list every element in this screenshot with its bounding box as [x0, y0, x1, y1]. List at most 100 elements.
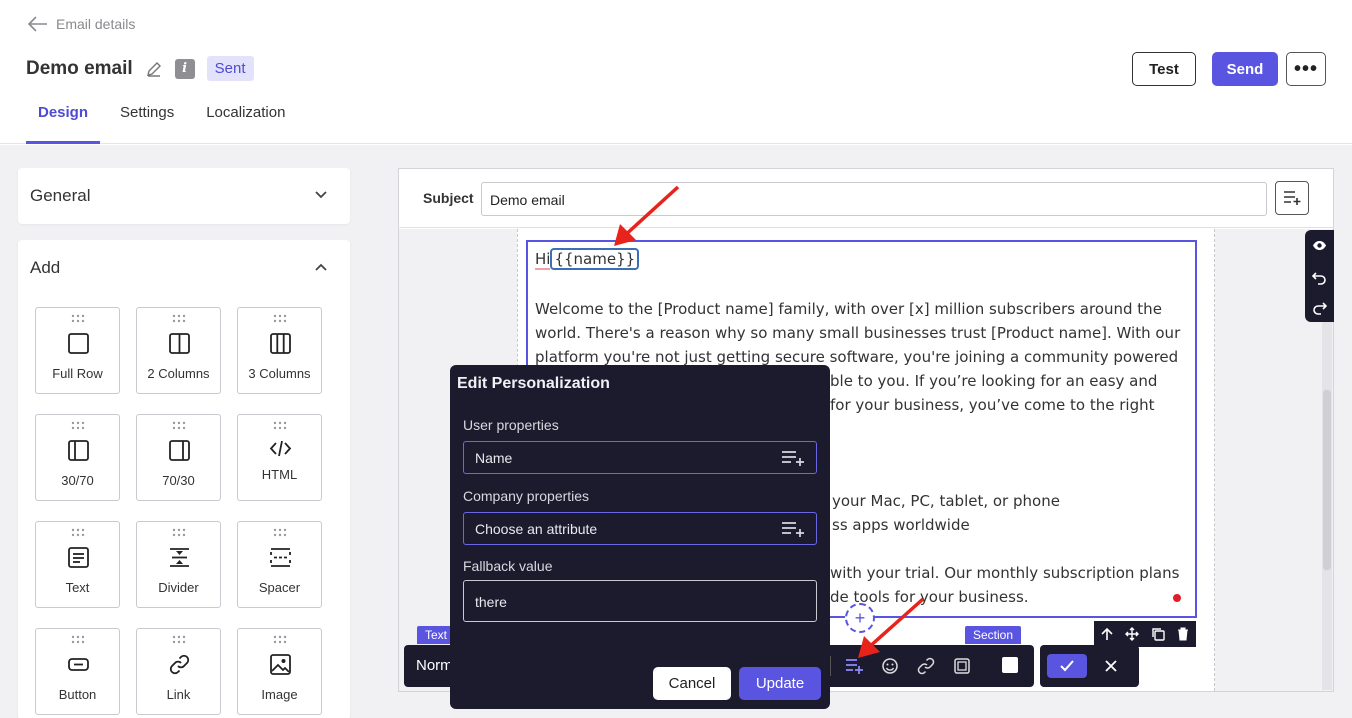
drag-handle-icon	[71, 528, 85, 537]
test-button[interactable]: Test	[1132, 52, 1196, 86]
drag-handle-icon	[273, 421, 287, 430]
modal-title: Edit Personalization	[457, 375, 610, 392]
block-30-70[interactable]: 30/70	[35, 414, 120, 501]
move-up-icon[interactable]	[1100, 627, 1114, 641]
block-label: Spacer	[258, 580, 301, 595]
paragraph-line: world. There's a reason why so many smal…	[535, 324, 1181, 342]
divider-icon	[170, 548, 189, 567]
paragraph-line: your Mac, PC, tablet, or phone	[832, 492, 1060, 510]
edit-pencil-icon[interactable]	[145, 60, 163, 78]
block-label: 3 Columns	[248, 366, 311, 381]
block-full-row[interactable]: Full Row	[35, 307, 120, 394]
block-html[interactable]: HTML	[237, 414, 322, 501]
block-3-columns[interactable]: 3 Columns	[237, 307, 322, 394]
personalize-icon	[1284, 191, 1301, 205]
greeting-hi: Hi	[535, 250, 551, 270]
user-properties-select[interactable]: Name	[463, 441, 817, 474]
drag-handle-icon	[273, 314, 287, 323]
page-title: Demo email	[26, 57, 133, 79]
add-panel-title: Add	[30, 258, 61, 277]
block-text[interactable]: Text	[35, 521, 120, 608]
drag-handle-icon	[172, 635, 186, 644]
side-toolbar	[1305, 230, 1334, 322]
block-image[interactable]: Image	[237, 628, 322, 715]
scrollbar-thumb[interactable]	[1323, 390, 1331, 570]
tab-bar: Design Settings Localization	[26, 100, 305, 144]
more-options-button[interactable]: •••	[1286, 52, 1326, 86]
greeting-line[interactable]: Hi {{name}}	[535, 248, 640, 270]
personalization-token[interactable]: {{name}}	[550, 248, 640, 270]
close-icon[interactable]	[1103, 658, 1119, 674]
html-code-icon	[269, 440, 292, 457]
tab-localization[interactable]: Localization	[194, 100, 297, 144]
company-properties-placeholder: Choose an attribute	[475, 521, 598, 537]
send-button[interactable]: Send	[1212, 52, 1278, 86]
two-columns-icon	[169, 333, 190, 354]
confirm-edit-button[interactable]	[1047, 654, 1087, 678]
general-panel[interactable]: General	[18, 168, 350, 224]
text-color-swatch[interactable]	[1002, 657, 1018, 673]
page-header: Email details Demo email i Sent Design S…	[0, 0, 1352, 144]
chevron-up-icon[interactable]	[314, 260, 328, 274]
undo-icon[interactable]	[1312, 270, 1327, 285]
body-paragraph-1[interactable]: Welcome to the [Product name] family, wi…	[535, 297, 1185, 369]
drag-handle-icon	[71, 421, 85, 430]
drag-handle-icon	[71, 635, 85, 644]
block-label: Divider	[158, 580, 199, 595]
text-icon	[68, 547, 89, 568]
paragraph-line: with your trial. Our monthly subscriptio…	[830, 564, 1180, 582]
tab-design[interactable]: Design	[26, 100, 101, 144]
section-toolbar	[1094, 621, 1196, 647]
paragraph-line: ss apps worldwide	[832, 516, 970, 534]
image-icon	[270, 654, 291, 675]
layout-30-70-icon	[68, 440, 89, 461]
body-paragraph-2[interactable]: your Mac, PC, tablet, or phone ss apps w…	[832, 489, 1172, 537]
fallback-value-input[interactable]: there	[463, 580, 817, 622]
delete-icon[interactable]	[1176, 627, 1190, 641]
drag-handle-icon	[273, 635, 287, 644]
general-panel-title: General	[30, 186, 91, 205]
block-label: Button	[58, 687, 97, 702]
section-tag: Section	[965, 626, 1022, 644]
preview-eye-icon[interactable]	[1312, 238, 1327, 253]
redo-icon[interactable]	[1312, 300, 1327, 315]
body-paragraph-1-tail[interactable]: ble to you. If you’re looking for an eas…	[830, 369, 1170, 417]
unsaved-indicator	[1173, 594, 1181, 602]
company-properties-label: Company properties	[463, 488, 590, 504]
block-spacer[interactable]: Spacer	[237, 521, 322, 608]
paragraph-line: ble to you. If you’re looking for an eas…	[830, 372, 1158, 390]
info-icon[interactable]: i	[174, 58, 195, 79]
tab-settings[interactable]: Settings	[108, 100, 186, 144]
duplicate-icon[interactable]	[1151, 627, 1165, 641]
block-label: 30/70	[61, 473, 94, 488]
update-button[interactable]: Update	[739, 667, 821, 700]
drag-move-icon[interactable]	[1125, 627, 1140, 641]
company-properties-select[interactable]: Choose an attribute	[463, 512, 817, 545]
subject-input[interactable]: Demo email	[481, 182, 1267, 216]
block-label: Link	[166, 687, 191, 702]
user-properties-value: Name	[475, 450, 513, 466]
cancel-button[interactable]: Cancel	[653, 667, 731, 700]
subject-personalize-button[interactable]	[1275, 181, 1309, 215]
arrow-left-icon	[27, 16, 47, 32]
block-divider[interactable]: Divider	[136, 521, 221, 608]
background-button[interactable]	[951, 655, 973, 677]
block-2-columns[interactable]: 2 Columns	[136, 307, 221, 394]
link-icon	[169, 654, 190, 675]
block-button[interactable]: Button	[35, 628, 120, 715]
annotation-arrow	[614, 185, 680, 246]
block-label: 2 Columns	[147, 366, 210, 381]
back-link[interactable]: Email details	[26, 14, 135, 34]
edit-personalization-modal: Edit Personalization User properties Nam…	[450, 365, 830, 709]
drag-handle-icon	[172, 421, 186, 430]
block-link[interactable]: Link	[136, 628, 221, 715]
frame-icon	[954, 658, 970, 674]
drag-handle-icon	[172, 314, 186, 323]
chevron-down-icon[interactable]	[314, 188, 328, 202]
block-label: Full Row	[52, 366, 103, 381]
block-label: Text	[65, 580, 90, 595]
personalize-icon	[782, 451, 804, 466]
block-70-30[interactable]: 70/30	[136, 414, 221, 501]
block-label: HTML	[261, 467, 298, 482]
paragraph-style-dropdown[interactable]: Norm	[416, 657, 453, 674]
